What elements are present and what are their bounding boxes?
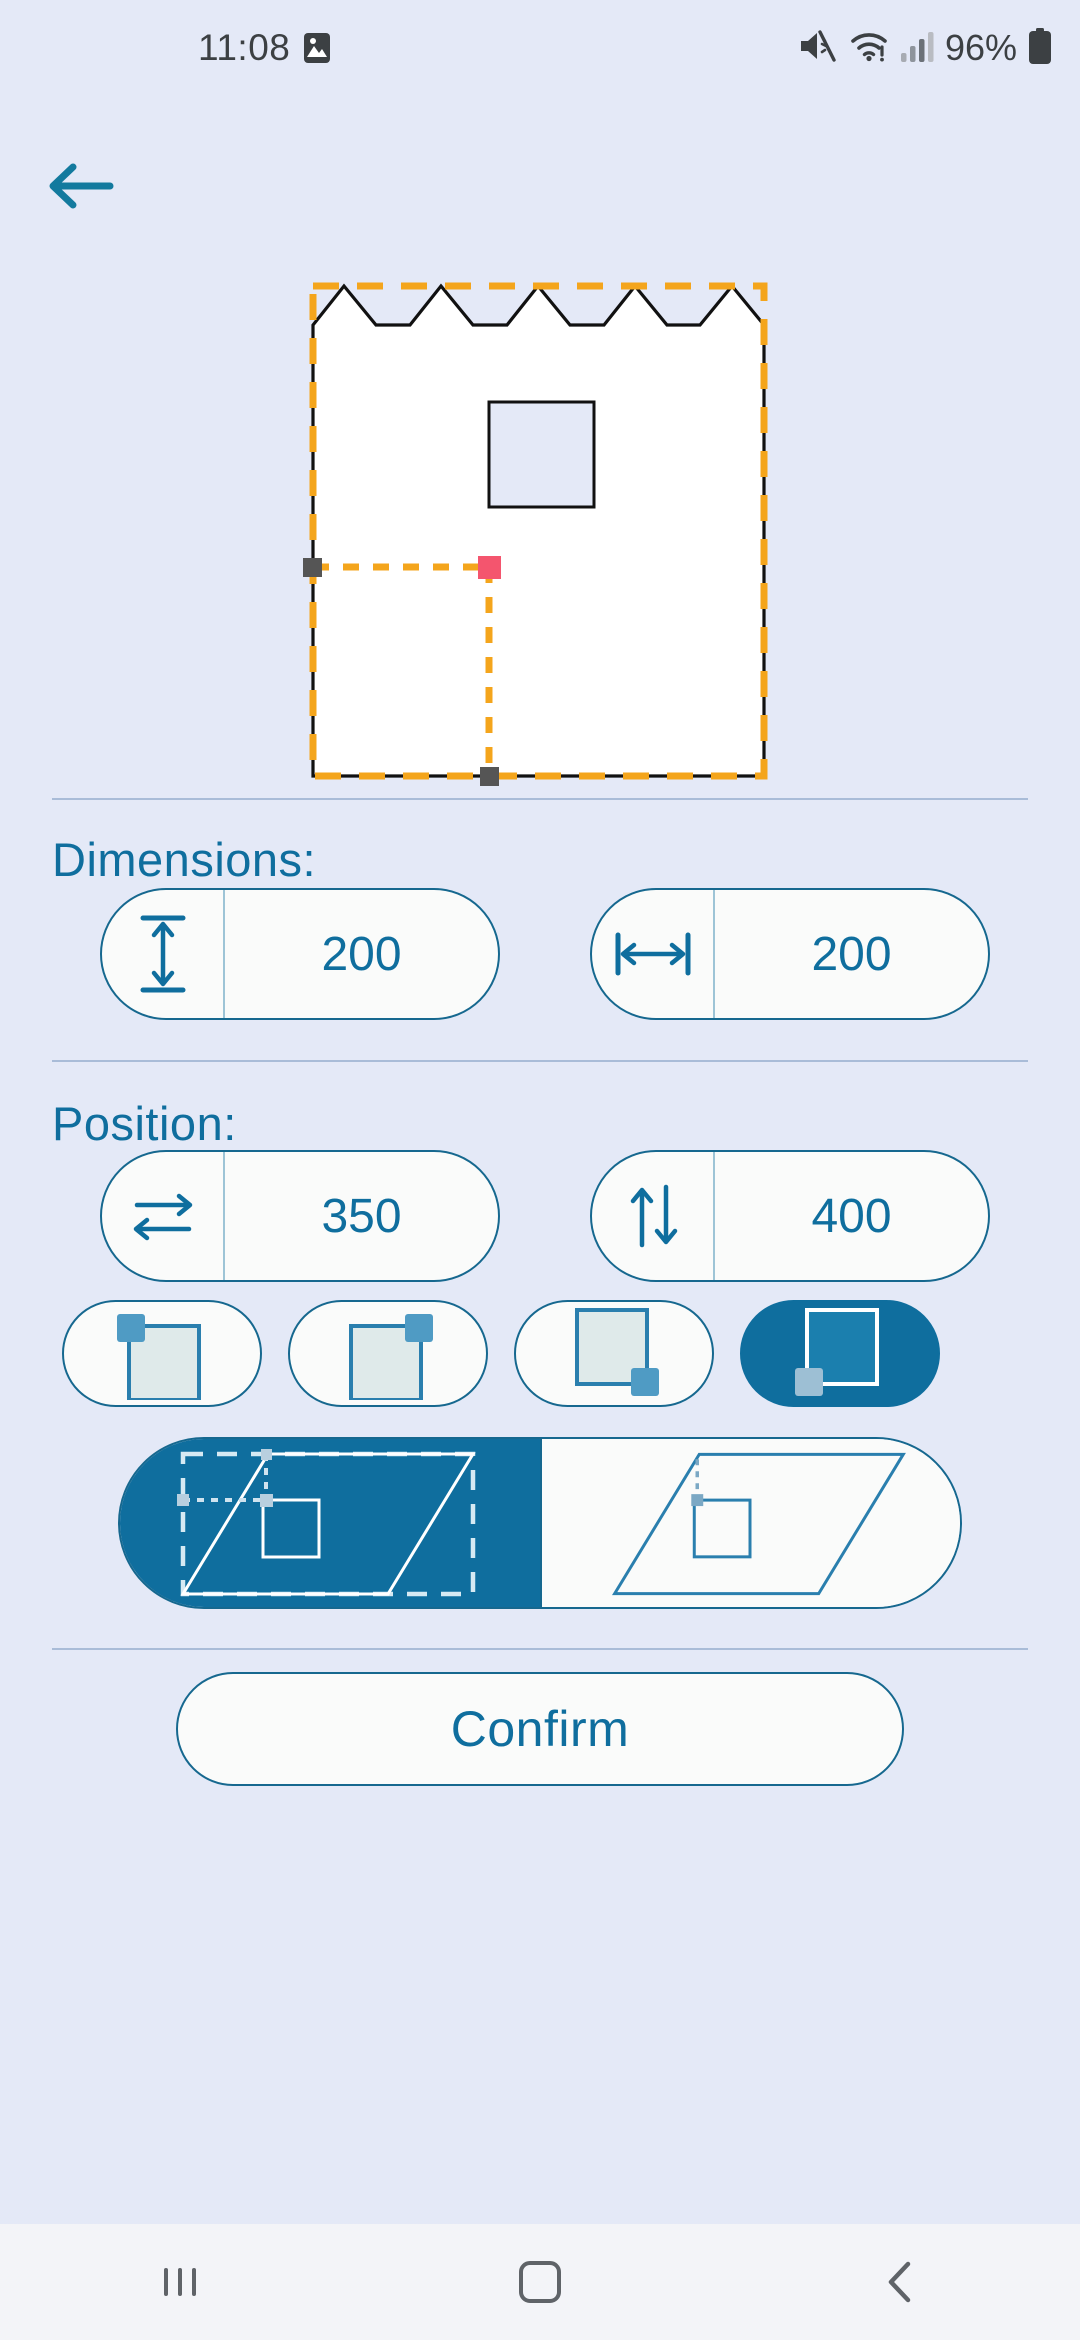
anchor-dot — [405, 1313, 433, 1342]
child-rectangle — [487, 400, 596, 509]
bounding-box-mode-button[interactable] — [120, 1439, 540, 1607]
battery-icon — [1028, 27, 1052, 69]
nav-back-button[interactable] — [840, 2224, 960, 2340]
app-screen: 11:08 96% Dimensions: 200 200 Position: … — [0, 0, 1080, 2340]
home-button[interactable] — [480, 2224, 600, 2340]
anchor-bottom-left-option[interactable] — [740, 1300, 940, 1407]
wifi-warning-icon — [849, 30, 889, 67]
divider-top — [52, 798, 1028, 800]
signal-bars-icon — [900, 30, 934, 67]
arrow-left-icon — [47, 158, 115, 219]
width-arrow-icon — [592, 890, 715, 1018]
vertical-arrows-icon — [592, 1152, 715, 1280]
status-bar-left: 11:08 — [198, 27, 331, 69]
position-y-input-field[interactable]: 400 — [590, 1150, 990, 1282]
divider-bottom — [52, 1648, 1028, 1650]
confirm-button[interactable]: Confirm — [176, 1672, 904, 1786]
status-bar: 11:08 96% — [0, 0, 1080, 96]
gallery-image-icon — [304, 33, 331, 63]
mute-icon — [798, 29, 838, 68]
status-bar-right: 96% — [798, 27, 1052, 69]
position-x-value[interactable]: 350 — [225, 1152, 498, 1280]
horizontal-arrows-icon — [102, 1152, 225, 1280]
anchor-dot — [117, 1313, 145, 1342]
handle-bottom — [480, 767, 499, 786]
shape-only-mode-button[interactable] — [540, 1439, 960, 1607]
position-x-input-field[interactable]: 350 — [100, 1150, 500, 1282]
height-arrow-icon — [102, 890, 225, 1018]
position-y-value[interactable]: 400 — [715, 1152, 988, 1280]
confirm-button-label: Confirm — [450, 1701, 630, 1757]
anchor-dot — [631, 1367, 659, 1396]
android-navigation-bar — [0, 2224, 1080, 2340]
width-value[interactable]: 200 — [715, 890, 988, 1018]
shape-preview-canvas — [0, 230, 1080, 790]
recents-button[interactable] — [120, 2224, 240, 2340]
position-heading: Position: — [52, 1097, 237, 1150]
divider-middle — [52, 1060, 1028, 1062]
height-value[interactable]: 200 — [225, 890, 498, 1018]
home-icon — [519, 2261, 561, 2303]
preview-shape-outline — [311, 283, 766, 778]
back-button[interactable] — [36, 148, 126, 228]
dimensions-heading: Dimensions: — [52, 833, 317, 886]
handle-left — [303, 558, 322, 577]
mode-parallelogram-plain — [611, 1452, 906, 1596]
anchor-bottom-right-option[interactable] — [514, 1300, 714, 1407]
anchor-dot — [795, 1367, 823, 1396]
anchor-top-right-option[interactable] — [288, 1300, 488, 1407]
mode-child-rect — [261, 1498, 321, 1559]
status-bar-clock: 11:08 — [198, 27, 291, 68]
anchor-top-left-option[interactable] — [62, 1300, 262, 1407]
width-input-field[interactable]: 200 — [590, 888, 990, 1020]
chevron-left-icon — [888, 2261, 911, 2303]
mode-parallelogram — [180, 1452, 476, 1596]
anchor-marker — [478, 556, 501, 579]
mode-child-rect-plain — [692, 1498, 752, 1559]
recents-icon — [164, 2268, 196, 2296]
mode-toggle-group — [118, 1437, 962, 1609]
battery-percentage: 96% — [944, 27, 1017, 68]
height-input-field[interactable]: 200 — [100, 888, 500, 1020]
